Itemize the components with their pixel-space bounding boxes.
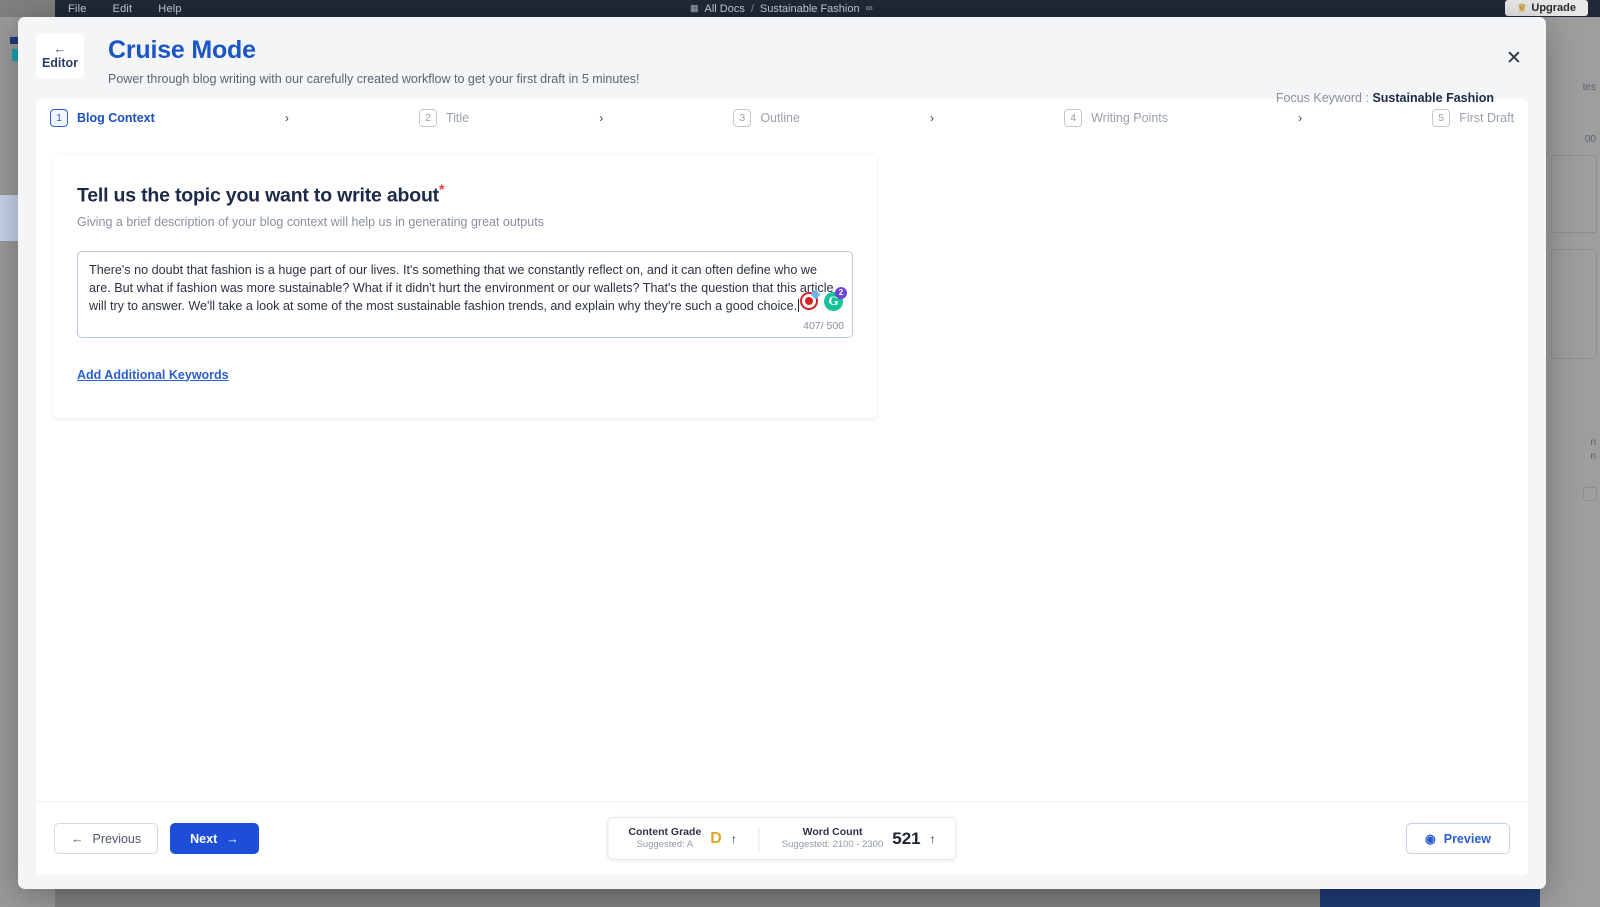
blog-context-text: There's no doubt that fashion is a huge … — [78, 252, 852, 315]
chevron-right-icon: › — [930, 111, 934, 125]
stat-key: Word Count — [803, 826, 863, 839]
right-panel-text-2: 00 — [1585, 134, 1596, 145]
step-outline[interactable]: 3 Outline — [733, 109, 800, 127]
modal-header-texts: Cruise Mode Power through blog writing w… — [108, 37, 640, 86]
upgrade-button[interactable]: ♕ Upgrade — [1505, 0, 1588, 16]
chevron-right-icon: › — [599, 111, 603, 125]
back-to-editor-label: Editor — [42, 56, 78, 70]
blog-context-textarea[interactable]: There's no doubt that fashion is a huge … — [77, 251, 853, 338]
stat-suggested: Suggested: A — [637, 839, 694, 851]
stat-value: 521 — [892, 829, 920, 849]
blog-context-value: There's no doubt that fashion is a huge … — [89, 263, 834, 313]
arrow-up-icon: ↑ — [731, 832, 737, 846]
close-icon[interactable]: ✕ — [1502, 46, 1526, 70]
step-number: 4 — [1064, 109, 1082, 127]
stats-divider — [759, 827, 760, 851]
right-panel-box-1 — [1551, 155, 1597, 233]
menu-item-edit[interactable]: Edit — [113, 3, 133, 15]
step-number: 5 — [1432, 109, 1450, 127]
preview-button[interactable]: ◉ Preview — [1406, 823, 1510, 854]
next-label: Next — [190, 832, 217, 846]
eye-icon: ◉ — [1425, 831, 1436, 846]
step-number: 1 — [50, 109, 68, 127]
right-panel-text-4: n — [1590, 451, 1596, 462]
menu-item-file[interactable]: File — [68, 3, 87, 15]
stat-suggested: Suggested: 2100 - 2300 — [782, 839, 883, 851]
crown-icon: ♕ — [1517, 3, 1526, 14]
step-label: Writing Points — [1091, 111, 1168, 125]
menu-item-help[interactable]: Help — [158, 3, 181, 15]
breadcrumb-doc-name[interactable]: Sustainable Fashion — [760, 3, 860, 15]
add-additional-keywords-link[interactable]: Add Additional Keywords — [77, 368, 229, 382]
modal-footer: ← Previous Next → Content Grade Suggeste… — [36, 801, 1528, 875]
stat-content-grade: Content Grade Suggested: A D ↑ — [628, 826, 736, 851]
app-menu-bar: File Edit Help — [55, 3, 182, 15]
page-subtitle: Power through blog writing with our care… — [108, 72, 640, 86]
modal-header: ← Editor Cruise Mode Power through blog … — [18, 17, 1546, 99]
card-subheading: Giving a brief description of your blog … — [77, 215, 853, 229]
target-icon[interactable] — [800, 292, 818, 310]
cruise-mode-modal: ← Editor Cruise Mode Power through blog … — [18, 17, 1546, 889]
step-title[interactable]: 2 Title — [419, 109, 469, 127]
step-writing-points[interactable]: 4 Writing Points — [1064, 109, 1168, 127]
upgrade-label: Upgrade — [1531, 2, 1576, 14]
document-icon: ▦ — [690, 3, 699, 14]
page-title: Cruise Mode — [108, 37, 640, 65]
right-panel: tes 00 n n — [1540, 17, 1600, 907]
stat-value: D — [710, 830, 722, 848]
step-first-draft[interactable]: 5 First Draft — [1432, 109, 1528, 127]
chevron-right-icon: › — [1298, 111, 1302, 125]
right-panel-text-3: n — [1590, 437, 1596, 448]
copy-icon[interactable] — [1583, 487, 1597, 501]
blog-context-card: Tell us the topic you want to write abou… — [53, 155, 877, 418]
breadcrumb-separator: / — [751, 3, 754, 15]
document-stats: Content Grade Suggested: A D ↑ Word Coun… — [607, 817, 956, 860]
previous-label: Previous — [93, 832, 142, 846]
focus-keyword: Focus Keyword : Sustainable Fashion — [1276, 91, 1494, 105]
back-to-editor-button[interactable]: ← Editor — [36, 33, 84, 79]
focus-keyword-label: Focus Keyword : — [1276, 91, 1369, 105]
stat-key: Content Grade — [628, 826, 701, 839]
right-panel-text-1: tes — [1583, 82, 1596, 93]
step-blog-context[interactable]: 1 Blog Context — [50, 109, 155, 127]
next-button[interactable]: Next → — [170, 823, 259, 854]
grammarly-icon[interactable]: G 2 — [824, 292, 843, 311]
step-label: Outline — [760, 111, 800, 125]
grammarly-badge-count: 2 — [835, 287, 847, 299]
card-heading-text: Tell us the topic you want to write abou… — [77, 185, 439, 207]
chevron-right-icon: › — [285, 111, 289, 125]
modal-body: Tell us the topic you want to write abou… — [36, 137, 1528, 801]
right-panel-box-2 — [1551, 249, 1597, 359]
arrow-left-icon: ← — [71, 832, 84, 846]
breadcrumb-all-docs[interactable]: All Docs — [705, 3, 745, 15]
editor-assist-icons: G 2 — [800, 292, 843, 311]
arrow-right-icon: → — [226, 832, 239, 846]
text-caret — [798, 299, 799, 312]
breadcrumb: ▦ All Docs / Sustainable Fashion ∞ — [690, 0, 873, 17]
stat-word-count: Word Count Suggested: 2100 - 2300 521 ↑ — [782, 826, 936, 851]
share-icon[interactable]: ∞ — [866, 3, 873, 14]
required-asterisk: * — [439, 181, 444, 197]
focus-keyword-value: Sustainable Fashion — [1372, 91, 1494, 105]
arrow-up-icon: ↑ — [930, 832, 936, 846]
step-label: Blog Context — [77, 111, 155, 125]
step-label: First Draft — [1459, 111, 1514, 125]
step-number: 2 — [419, 109, 437, 127]
arrow-left-icon: ← — [54, 42, 67, 55]
step-label: Title — [446, 111, 469, 125]
character-counter: 407/ 500 — [803, 320, 844, 332]
card-heading: Tell us the topic you want to write abou… — [77, 181, 853, 208]
previous-button[interactable]: ← Previous — [54, 823, 158, 854]
step-number: 3 — [733, 109, 751, 127]
preview-label: Preview — [1444, 832, 1491, 846]
